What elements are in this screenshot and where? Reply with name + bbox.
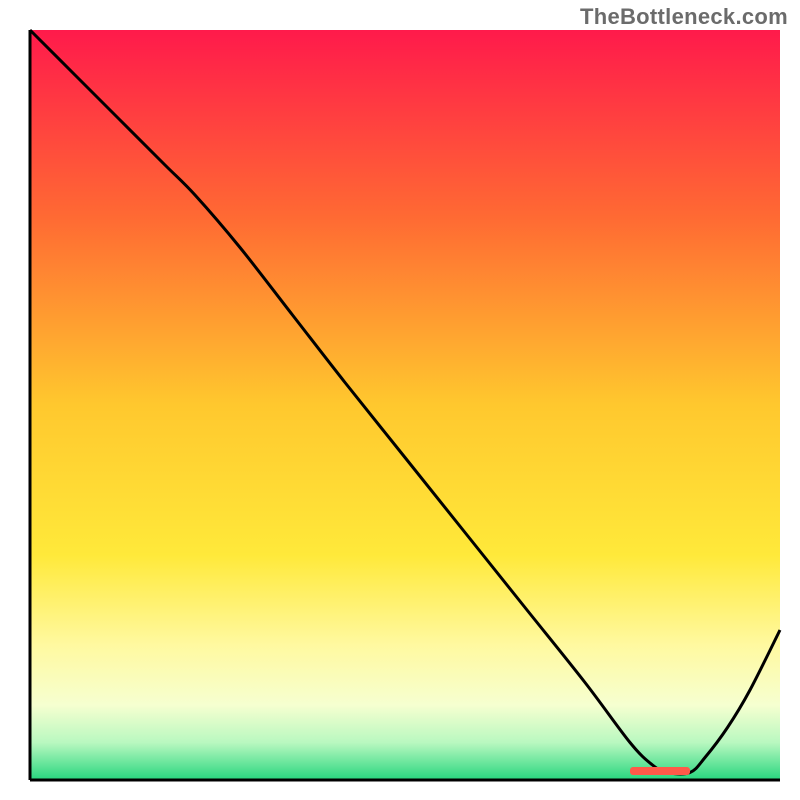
plot-area — [30, 30, 780, 780]
bottleneck-chart — [0, 0, 800, 800]
chart-container: TheBottleneck.com — [0, 0, 800, 800]
optimum-marker — [630, 767, 690, 775]
